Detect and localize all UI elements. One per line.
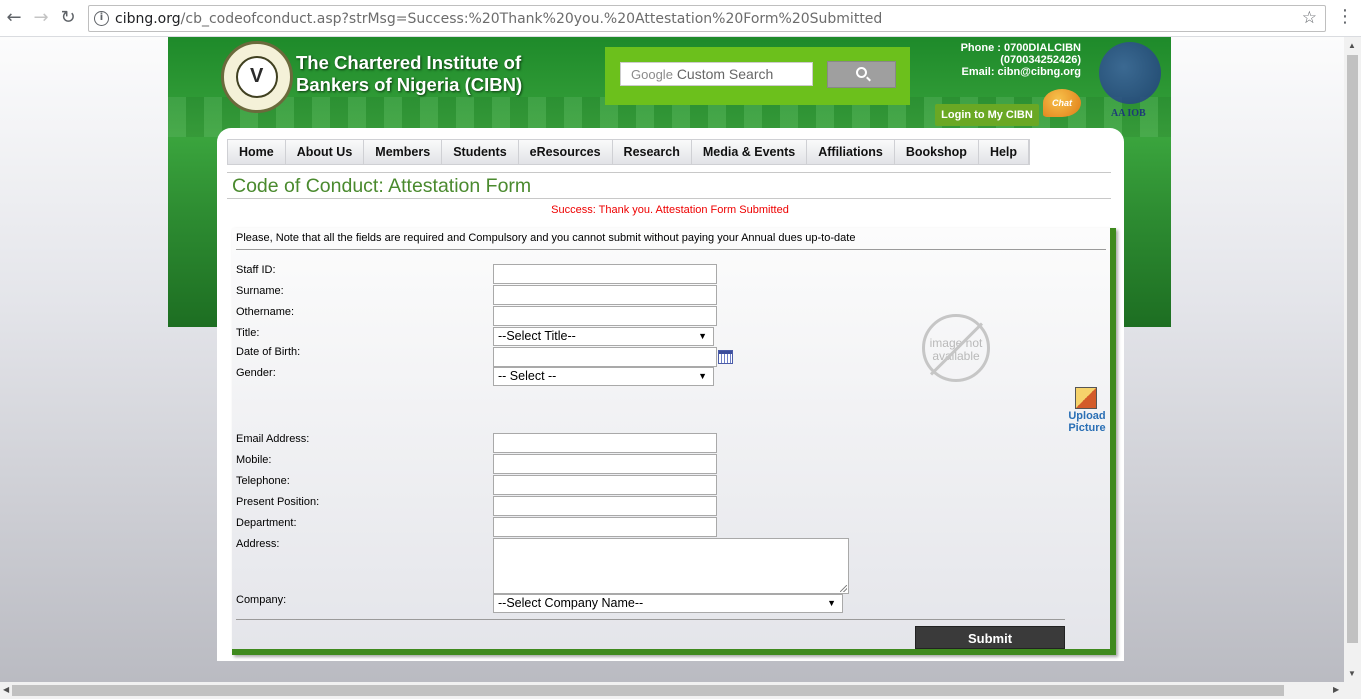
form-note: Please, Note that all the fields are req… — [236, 232, 856, 244]
divider — [236, 249, 1106, 250]
gender-select-value: -- Select -- — [498, 369, 557, 383]
address-bar[interactable]: i cibng.org/cb_codeofconduct.asp?strMsg=… — [88, 5, 1326, 32]
surname-label: Surname: — [236, 285, 284, 297]
upload-picture-link[interactable]: Upload Picture — [1060, 410, 1114, 434]
divider — [227, 172, 1111, 173]
nav-affiliations[interactable]: Affiliations — [807, 140, 895, 164]
email-input[interactable] — [493, 433, 717, 453]
company-select-value: --Select Company Name-- — [498, 596, 644, 610]
dob-label: Date of Birth: — [236, 346, 301, 358]
mobile-input[interactable] — [493, 454, 717, 474]
scroll-right-icon[interactable]: ▶ — [1333, 685, 1339, 694]
org-name-line1: The Chartered Institute of — [296, 52, 522, 73]
aacb-label: AA IOB — [1111, 108, 1146, 119]
nav-research[interactable]: Research — [613, 140, 692, 164]
dropdown-arrow-icon: ▼ — [698, 371, 707, 381]
aacb-logo[interactable]: AA IOB — [1095, 40, 1170, 122]
nav-bookshop[interactable]: Bookshop — [895, 140, 979, 164]
department-label: Department: — [236, 517, 297, 529]
contact-email: Email: cibn@cibng.org — [961, 66, 1081, 78]
page-title: Code of Conduct: Attestation Form — [232, 175, 532, 197]
nav-members[interactable]: Members — [364, 140, 443, 164]
search-icon — [856, 67, 867, 78]
dropdown-arrow-icon: ▼ — [827, 598, 836, 608]
browser-menu-icon[interactable]: ⋮ — [1336, 6, 1354, 27]
no-image-placeholder: image not available — [922, 314, 990, 382]
department-input[interactable] — [493, 517, 717, 537]
position-input[interactable] — [493, 496, 717, 516]
search-panel: Google Custom Search — [605, 47, 910, 105]
othername-label: Othername: — [236, 306, 295, 318]
search-input[interactable]: Google Custom Search — [620, 62, 813, 86]
nav-help[interactable]: Help — [979, 140, 1030, 164]
title-select-value: --Select Title-- — [498, 329, 576, 343]
title-label: Title: — [236, 327, 260, 339]
login-button[interactable]: Login to My CIBN — [935, 104, 1039, 126]
company-select[interactable]: --Select Company Name-- ▼ — [493, 594, 843, 613]
nav-eresources[interactable]: eResources — [519, 140, 613, 164]
contact-info: Phone : 0700DIALCIBN (070034252426) Emai… — [961, 42, 1081, 78]
surname-input[interactable] — [493, 285, 717, 305]
mobile-label: Mobile: — [236, 454, 272, 466]
othername-input[interactable] — [493, 306, 717, 326]
gender-select[interactable]: -- Select -- ▼ — [493, 367, 714, 386]
main-nav: Home About Us Members Students eResource… — [227, 139, 1031, 165]
gender-label: Gender: — [236, 367, 276, 379]
site-info-icon[interactable]: i — [94, 11, 109, 26]
staff-id-input[interactable] — [493, 264, 717, 284]
browser-toolbar: ← → ↻ i cibng.org/cb_codeofconduct.asp?s… — [0, 0, 1361, 37]
address-textarea[interactable] — [493, 538, 849, 594]
bookmark-star-icon[interactable]: ☆ — [1302, 8, 1317, 28]
cibn-logo[interactable]: V — [221, 41, 293, 113]
success-message: Success: Thank you. Attestation Form Sub… — [551, 204, 789, 216]
forward-icon[interactable]: → — [30, 7, 52, 29]
horizontal-scrollbar[interactable]: ◀ ▶ — [0, 682, 1361, 699]
company-label: Company: — [236, 594, 287, 606]
dropdown-arrow-icon: ▼ — [698, 331, 707, 341]
back-icon[interactable]: ← — [3, 7, 25, 29]
submit-button[interactable]: Submit — [915, 626, 1065, 649]
org-name-line2: Bankers of Nigeria (CIBN) — [296, 74, 523, 95]
contact-phone: Phone : 0700DIALCIBN — [960, 42, 1081, 54]
contact-phone-alt: (070034252426) — [1000, 54, 1081, 66]
staff-id-label: Staff ID: — [236, 264, 276, 276]
divider — [236, 619, 1065, 620]
scroll-up-icon[interactable]: ▲ — [1348, 41, 1356, 50]
scroll-down-icon[interactable]: ▼ — [1348, 669, 1356, 678]
scroll-thumb[interactable] — [1347, 55, 1358, 643]
address-label: Address: — [236, 538, 280, 550]
telephone-label: Telephone: — [236, 475, 290, 487]
logo-emblem: V — [236, 56, 278, 98]
position-label: Present Position: — [236, 496, 320, 508]
scroll-thumb[interactable] — [12, 685, 1284, 696]
url-text[interactable]: cibng.org/cb_codeofconduct.asp?strMsg=Su… — [115, 11, 882, 27]
nav-home[interactable]: Home — [228, 140, 286, 164]
upload-picture-icon[interactable] — [1075, 387, 1097, 409]
calendar-icon[interactable] — [718, 350, 733, 364]
google-brand: Google — [631, 67, 673, 82]
title-select[interactable]: --Select Title-- ▼ — [493, 327, 714, 346]
reload-icon[interactable]: ↻ — [57, 7, 79, 29]
telephone-input[interactable] — [493, 475, 717, 495]
nav-about-us[interactable]: About Us — [286, 140, 365, 164]
search-button[interactable] — [827, 61, 896, 88]
nav-students[interactable]: Students — [442, 140, 519, 164]
chat-icon[interactable]: Chat — [1043, 89, 1081, 117]
dob-input[interactable] — [493, 347, 717, 367]
divider — [227, 198, 1111, 199]
africa-globe-icon — [1099, 42, 1161, 104]
scroll-left-icon[interactable]: ◀ — [3, 685, 9, 694]
vertical-scrollbar[interactable]: ▲ ▼ — [1344, 37, 1361, 682]
org-name[interactable]: The Chartered Institute of Bankers of Ni… — [296, 52, 522, 96]
email-label: Email Address: — [236, 433, 310, 445]
nav-media-events[interactable]: Media & Events — [692, 140, 808, 164]
search-placeholder: Custom Search — [676, 66, 774, 82]
